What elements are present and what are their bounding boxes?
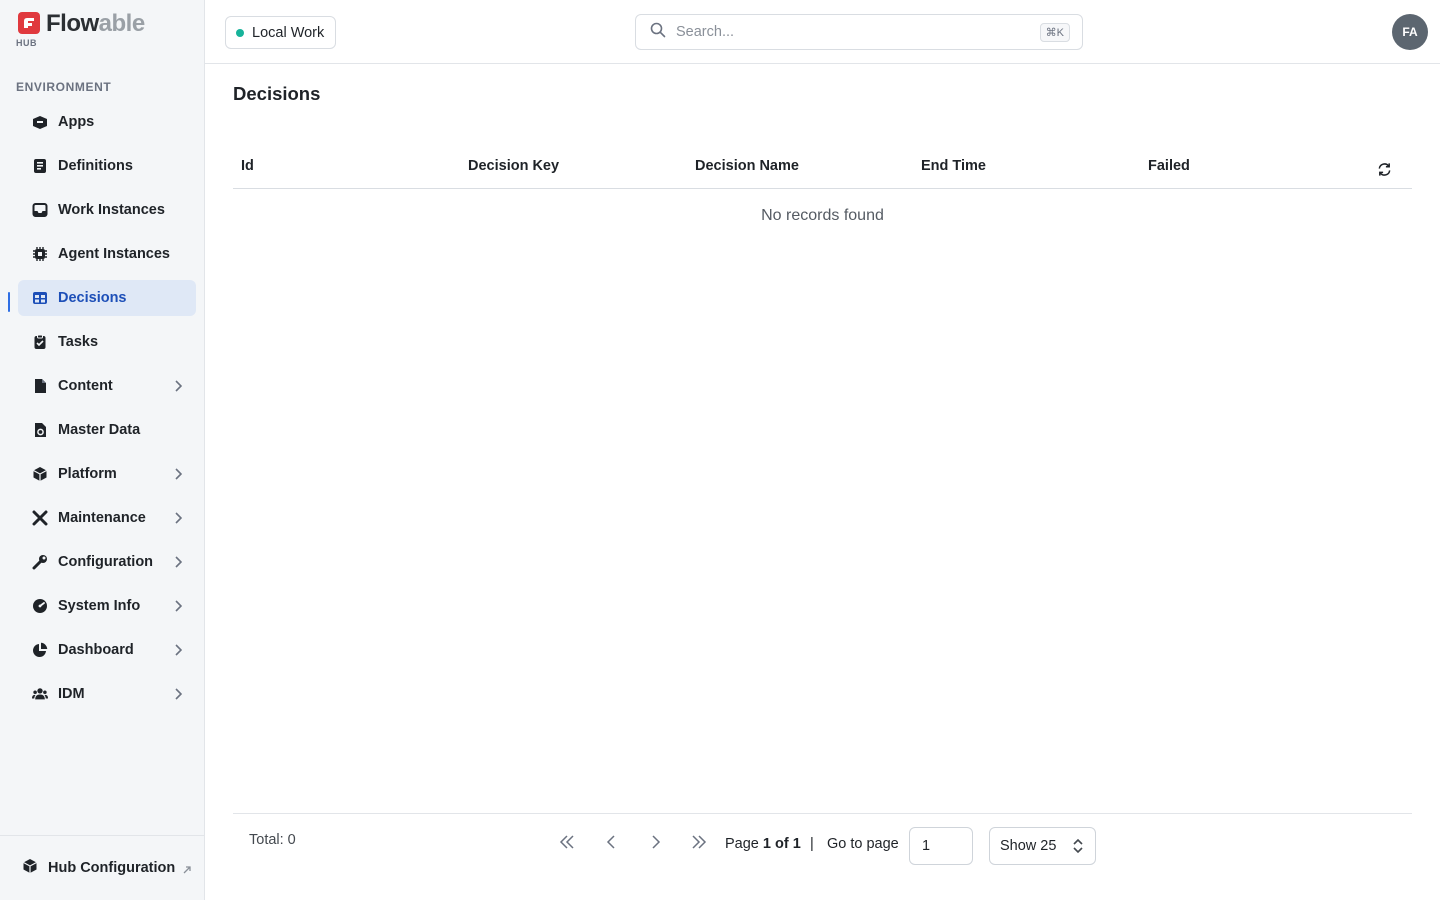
- chevron-right-icon: [174, 467, 183, 485]
- sidebar-item-decisions[interactable]: Decisions: [18, 280, 196, 316]
- user-avatar[interactable]: FA: [1392, 14, 1428, 50]
- file-gear-icon: [32, 422, 48, 438]
- column-header-failed[interactable]: Failed: [1148, 158, 1190, 174]
- sidebar-item-label: Decisions: [58, 290, 127, 306]
- chevron-right-icon: [174, 379, 183, 397]
- sidebar-item-label: IDM: [58, 686, 85, 702]
- go-to-page-input[interactable]: [909, 827, 973, 865]
- cube-icon: [32, 466, 48, 482]
- file-icon: [32, 378, 48, 394]
- hub-configuration-link[interactable]: Hub Configuration: [0, 835, 204, 900]
- empty-state-message: No records found: [761, 207, 884, 224]
- previous-page-button[interactable]: [599, 834, 623, 854]
- next-page-button[interactable]: [644, 834, 668, 854]
- sidebar-item-dashboard[interactable]: Dashboard: [18, 632, 196, 668]
- wrench-icon: [32, 554, 48, 570]
- users-icon: [32, 686, 48, 702]
- sidebar-item-label: Master Data: [58, 422, 141, 438]
- environment-selector[interactable]: Local Work: [225, 16, 337, 49]
- sidebar-item-label: Tasks: [58, 334, 99, 350]
- sidebar-item-content[interactable]: Content: [18, 368, 196, 404]
- sidebar-item-configuration[interactable]: Configuration: [18, 544, 196, 580]
- brand-name: Flowable: [46, 10, 145, 37]
- environment-name: Local Work: [252, 24, 325, 41]
- chevron-right-icon: [174, 599, 183, 617]
- active-indicator: [8, 292, 10, 312]
- sidebar-item-label: Platform: [58, 466, 117, 482]
- sidebar-item-definitions[interactable]: Definitions: [18, 148, 196, 184]
- gauge-icon: [32, 598, 48, 614]
- sidebar-item-master-data[interactable]: Master Data: [18, 412, 196, 448]
- last-page-button[interactable]: [687, 834, 711, 854]
- flowable-hub-logo[interactable]: Flowable HUB: [16, 10, 176, 50]
- pie-chart-icon: [32, 642, 48, 658]
- table-icon: [32, 290, 48, 306]
- refresh-icon[interactable]: [1377, 162, 1392, 182]
- sidebar-item-system-info[interactable]: System Info: [18, 588, 196, 624]
- chip-icon: [32, 246, 48, 262]
- apps-box-icon: [32, 114, 48, 130]
- page-size-select[interactable]: Show 25: [989, 827, 1096, 865]
- environment-status-dot: [236, 28, 244, 37]
- chevron-left-icon: [606, 834, 616, 854]
- sidebar-item-label: Work Instances: [58, 202, 165, 218]
- flowable-logo-icon: [18, 12, 40, 34]
- page-title: Decisions: [233, 83, 321, 104]
- pagination-bar: Total: 0 Page 1 of 1 | Go to page Show 2…: [233, 813, 1412, 900]
- column-header-decision-key[interactable]: Decision Key: [468, 158, 559, 174]
- chevrons-left-icon: [559, 834, 575, 854]
- sidebar: Flowable HUB ENVIRONMENT Apps Definition…: [0, 0, 205, 900]
- chevrons-right-icon: [691, 834, 707, 854]
- search-icon: [650, 22, 666, 43]
- first-page-button[interactable]: [555, 834, 579, 854]
- sidebar-item-idm[interactable]: IDM: [18, 676, 196, 712]
- sidebar-item-platform[interactable]: Platform: [18, 456, 196, 492]
- page-indicator: Page 1 of 1: [725, 836, 801, 852]
- sidebar-item-work-instances[interactable]: Work Instances: [18, 192, 196, 228]
- section-label-environment: ENVIRONMENT: [16, 80, 112, 94]
- sidebar-item-label: Definitions: [58, 158, 133, 174]
- chevron-right-icon: [174, 687, 183, 705]
- sidebar-nav: Apps Definitions Work Instances Agent In…: [18, 104, 196, 720]
- chevron-right-icon: [174, 555, 183, 573]
- chevron-right-icon: [174, 511, 183, 529]
- tools-icon: [32, 510, 48, 526]
- pagination-separator: |: [810, 836, 814, 852]
- inbox-icon: [32, 202, 48, 218]
- sidebar-item-apps[interactable]: Apps: [18, 104, 196, 140]
- sidebar-item-label: Configuration: [58, 554, 154, 570]
- external-link-icon: [182, 862, 192, 880]
- sidebar-item-label: System Info: [58, 598, 141, 614]
- sidebar-item-maintenance[interactable]: Maintenance: [18, 500, 196, 536]
- sidebar-item-tasks[interactable]: Tasks: [18, 324, 196, 360]
- table-header: Id Decision Key Decision Name End Time F…: [233, 144, 1412, 189]
- chevron-right-icon: [651, 834, 661, 854]
- sidebar-item-label: Content: [58, 378, 113, 394]
- sidebar-item-label: Apps: [58, 114, 95, 130]
- column-header-id[interactable]: Id: [241, 158, 254, 174]
- hub-configuration-label: Hub Configuration: [48, 860, 176, 876]
- page-size-value: Show 25: [1000, 838, 1057, 854]
- top-bar: Local Work ⌘K FA: [205, 0, 1440, 64]
- search-shortcut-badge: ⌘K: [1039, 23, 1070, 42]
- search-input[interactable]: [676, 24, 1016, 40]
- decisions-table: Id Decision Key Decision Name End Time F…: [233, 144, 1412, 225]
- cube-icon: [22, 858, 38, 879]
- column-header-decision-name[interactable]: Decision Name: [695, 158, 799, 174]
- definitions-icon: [32, 158, 48, 174]
- brand-sub: HUB: [16, 38, 37, 48]
- clipboard-check-icon: [32, 334, 48, 350]
- total-count: Total: 0: [249, 832, 296, 848]
- chevron-right-icon: [174, 643, 183, 661]
- sidebar-item-agent-instances[interactable]: Agent Instances: [18, 236, 196, 272]
- sidebar-item-label: Dashboard: [58, 642, 134, 658]
- sidebar-item-label: Maintenance: [58, 510, 146, 526]
- go-to-page-label: Go to page: [827, 836, 899, 852]
- updown-chevron-icon: [1073, 838, 1083, 858]
- global-search[interactable]: ⌘K: [635, 14, 1083, 50]
- column-header-end-time[interactable]: End Time: [921, 158, 986, 174]
- sidebar-item-label: Agent Instances: [58, 246, 170, 262]
